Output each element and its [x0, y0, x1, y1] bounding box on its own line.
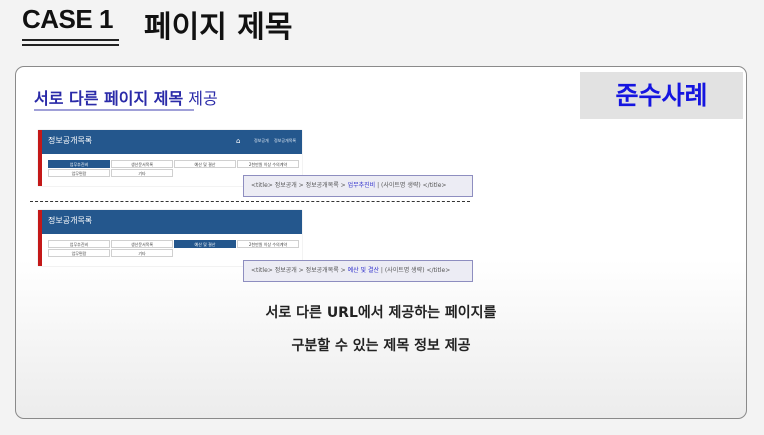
- screenshot-tab: 업무편람: [48, 249, 110, 257]
- screenshot-breadcrumb-1: 정보공개: [254, 138, 269, 143]
- section-underline: [34, 109, 194, 111]
- screenshot-tab: 생산문서목록: [111, 240, 173, 248]
- title-code-box-1: <title> 정보공개 > 정보공개목록 > 업무추진비 | (사이트명 생략…: [243, 175, 473, 197]
- screenshot-breadcrumb-2: 정보공개목록: [274, 138, 297, 143]
- screenshot-tab: 2천만원 이상 수의계약: [237, 160, 299, 168]
- case-label: CASE 1: [22, 4, 113, 34]
- screenshot-tab: 기타: [111, 249, 173, 257]
- screenshot-title: 정보공개목록: [48, 216, 93, 225]
- code-prefix: <title> 정보공개 > 정보공개목록 >: [251, 182, 348, 189]
- home-icon: ⌂: [236, 137, 241, 145]
- section-title: 서로 다른 페이지 제목 제공: [34, 85, 218, 109]
- case-underline: [22, 39, 119, 41]
- code-highlight: 업무추진비: [347, 182, 376, 189]
- code-highlight: 예산 및 결산: [347, 267, 379, 274]
- section-title-bold: 서로 다른 페이지 제목: [34, 89, 184, 108]
- case-underline: [22, 44, 119, 46]
- code-prefix: <title> 정보공개 > 정보공개목록 >: [251, 267, 348, 274]
- screenshot-tab: 예산 및 결산: [174, 160, 236, 168]
- description-line-1: 서로 다른 URL에서 제공하는 페이지를: [265, 305, 497, 321]
- dashed-divider: [30, 201, 470, 202]
- example-card: 서로 다른 페이지 제목 제공 준수사례 정보공개목록 ⌂ 정보공개 정보공개목…: [15, 66, 747, 419]
- code-suffix: | (사이트명 생략) </title>: [375, 182, 447, 189]
- screenshot-tab: 업무추진비: [48, 240, 110, 248]
- compliance-badge: 준수사례: [580, 72, 743, 119]
- section-title-normal: 제공: [183, 89, 218, 108]
- screenshot-tab: 생산문서목록: [111, 160, 173, 168]
- example-screenshot-2: 정보공개목록 업무추진비 생산문서목록 예산 및 결산 2천만원 이상 수의계약…: [38, 210, 302, 266]
- page-heading: 페이지 제목: [144, 10, 293, 45]
- title-code-box-2: <title> 정보공개 > 정보공개목록 > 예산 및 결산 | (사이트명 …: [243, 260, 473, 282]
- code-suffix: | (사이트명 생략) </title>: [379, 267, 451, 274]
- description-line-2: 구분할 수 있는 제목 정보 제공: [291, 338, 471, 354]
- screenshot-title: 정보공개목록: [48, 136, 93, 145]
- screenshot-tab: 예산 및 결산: [174, 240, 236, 248]
- screenshot-tab: 2천만원 이상 수의계약: [237, 240, 299, 248]
- screenshot-tab: 업무추진비: [48, 160, 110, 168]
- screenshot-tab: 기타: [111, 169, 173, 177]
- screenshot-tab: 업무편람: [48, 169, 110, 177]
